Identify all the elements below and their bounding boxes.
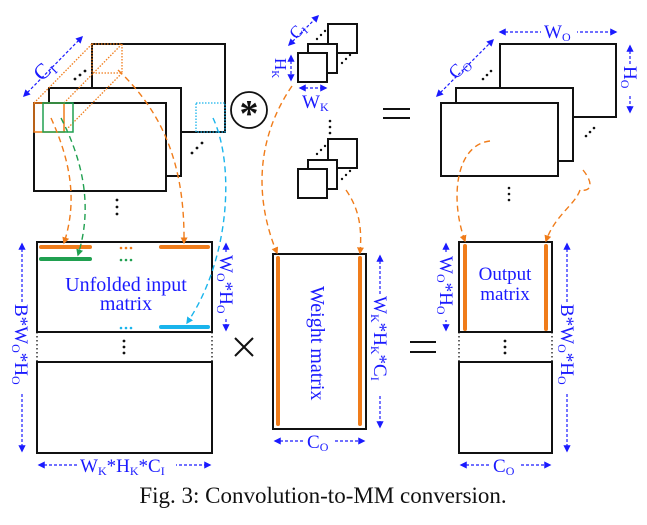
- output-matrix-title-line1: Output: [479, 264, 533, 285]
- kernel-group: CI HK WK: [269, 14, 358, 199]
- weight-matrix: Weight matrix WK*HK*CI CO: [272, 253, 391, 454]
- kernel-depth-label: CI: [285, 19, 311, 45]
- output-matrix-bottom-block: [458, 361, 553, 454]
- equals-sign-top: [383, 108, 410, 119]
- output-matrix-title-line2: matrix: [480, 284, 530, 305]
- equals-sign-bottom: [410, 341, 436, 353]
- input-tensor: CI: [22, 35, 226, 216]
- weight-matrix-title: Weight matrix: [306, 286, 328, 400]
- output-depth-label: CO: [445, 53, 476, 84]
- convolution-to-mm-diagram: CI * CI HK WK WO HO CO Unfolded input ma…: [9, 14, 640, 508]
- kernel-width-label: WK: [302, 92, 329, 114]
- times-sign: [234, 337, 254, 357]
- unfolded-cols-label: WK*HK*CI: [80, 456, 165, 478]
- output-map-front: [440, 102, 559, 177]
- kernel-top-front: [297, 52, 328, 83]
- output-vertical-ellipsis: [503, 339, 507, 355]
- unfolded-matrix-title-line2: matrix: [100, 293, 152, 315]
- weight-rows-label: WK*HK*CI: [368, 296, 390, 381]
- output-matrix: Output matrix WO*HO B*WO*HO CO: [434, 241, 578, 478]
- arrow-orange-output-to-col2: [544, 189, 581, 243]
- unfolded-vertical-ellipsis: [122, 339, 126, 355]
- convolution-star-icon: *: [240, 93, 259, 135]
- kernel-bottom-front: [297, 168, 328, 199]
- input-map-front: [33, 102, 167, 192]
- arrow-orange-kernel-to-col2: [345, 189, 364, 255]
- unfolded-matrix-bottom-block: [36, 361, 213, 454]
- figure-caption: Fig. 3: Convolution-to-MM conversion.: [139, 483, 506, 508]
- output-tensor: WO HO CO: [435, 22, 640, 202]
- unfolded-input-matrix: Unfolded input matrix B*WO*HO WO*HO WK*H…: [9, 241, 236, 478]
- convolution-operator: *: [230, 91, 268, 135]
- kernel-height-label: HK: [269, 58, 290, 78]
- input-depth-label: CI: [28, 54, 61, 87]
